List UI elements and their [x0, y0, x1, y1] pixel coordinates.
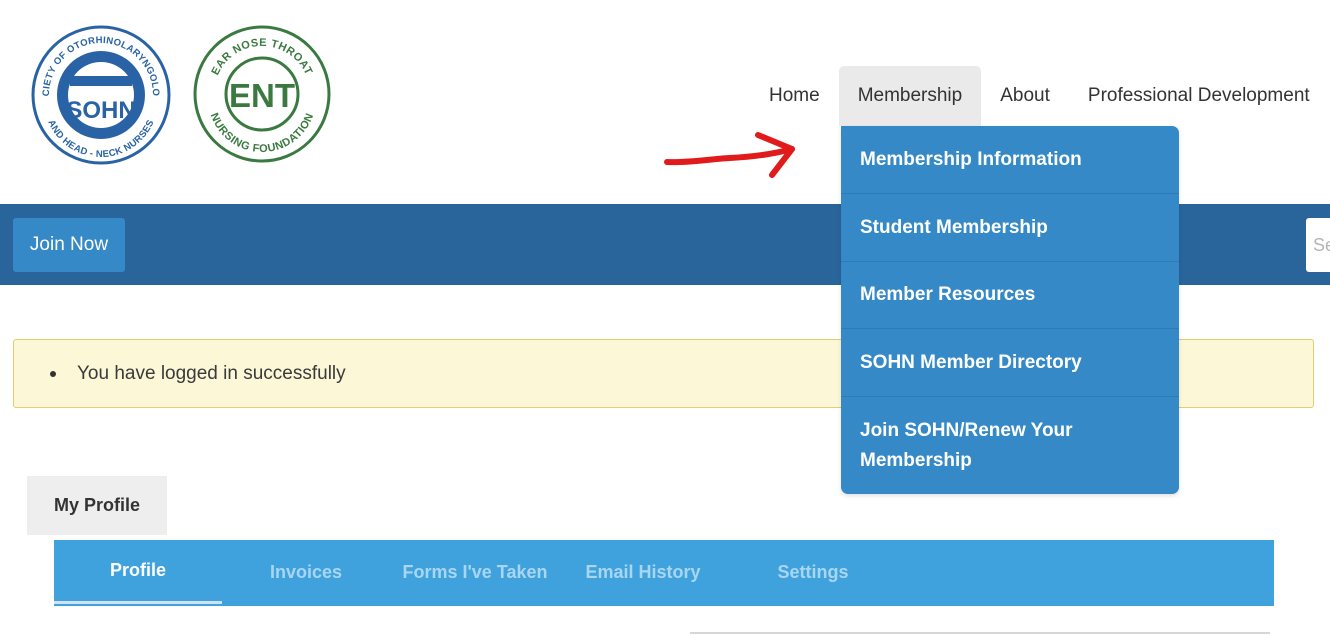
join-now-button[interactable]: Join Now	[13, 218, 125, 272]
nav-item-about[interactable]: About	[981, 66, 1069, 126]
svg-text:ENT: ENT	[229, 77, 295, 114]
tab-email-history[interactable]: Email History	[574, 540, 712, 604]
membership-dropdown: Membership Information Student Membershi…	[841, 126, 1179, 494]
search-input[interactable]	[1306, 218, 1330, 272]
alert-message: You have logged in successfully	[77, 362, 346, 384]
red-arrow-icon	[664, 132, 795, 178]
menu-item-label: SOHN Member Directory	[860, 351, 1082, 373]
tab-forms-taken[interactable]: Forms I've Taken	[392, 540, 558, 604]
menu-item-label: Join SOHN/Renew Your Membership	[860, 419, 1073, 471]
sohn-logo[interactable]: SOHN SOCIETY OF OTORHINOLARYNGOLOGY AND …	[30, 24, 172, 166]
menu-item-member-directory[interactable]: SOHN Member Directory	[841, 329, 1179, 397]
menu-item-join-renew[interactable]: Join SOHN/Renew Your Membership	[841, 397, 1179, 494]
menu-item-label: Member Resources	[860, 284, 1036, 305]
menu-item-label: Membership Information	[860, 148, 1082, 170]
sohn-logo-image: SOHN SOCIETY OF OTORHINOLARYNGOLOGY AND …	[30, 24, 171, 165]
tab-settings[interactable]: Settings	[746, 540, 880, 604]
main-nav: Home Membership About Professional Devel…	[750, 66, 1329, 126]
bullet-icon	[50, 370, 56, 377]
nav-item-home[interactable]: Home	[750, 66, 839, 126]
ent-foundation-logo[interactable]: ENT EAR NOSE THROAT NURSING FOUNDATION	[192, 24, 332, 164]
tab-profile[interactable]: Profile	[54, 540, 222, 604]
profile-tabs: Profile Invoices Forms I've Taken Email …	[54, 540, 1274, 606]
menu-item-label: Student Membership	[860, 216, 1048, 238]
menu-item-member-resources[interactable]: Member Resources	[841, 262, 1179, 329]
menu-item-student-membership[interactable]: Student Membership	[841, 194, 1179, 262]
nav-item-membership[interactable]: Membership	[838, 66, 982, 126]
ent-logo-image: ENT EAR NOSE THROAT NURSING FOUNDATION	[193, 25, 331, 163]
tab-invoices[interactable]: Invoices	[234, 540, 378, 604]
menu-item-membership-information[interactable]: Membership Information	[841, 126, 1179, 194]
svg-text:SOHN: SOHN	[66, 97, 135, 124]
nav-item-professional-development[interactable]: Professional Development	[1069, 66, 1329, 126]
my-profile-heading: My Profile	[27, 476, 167, 535]
